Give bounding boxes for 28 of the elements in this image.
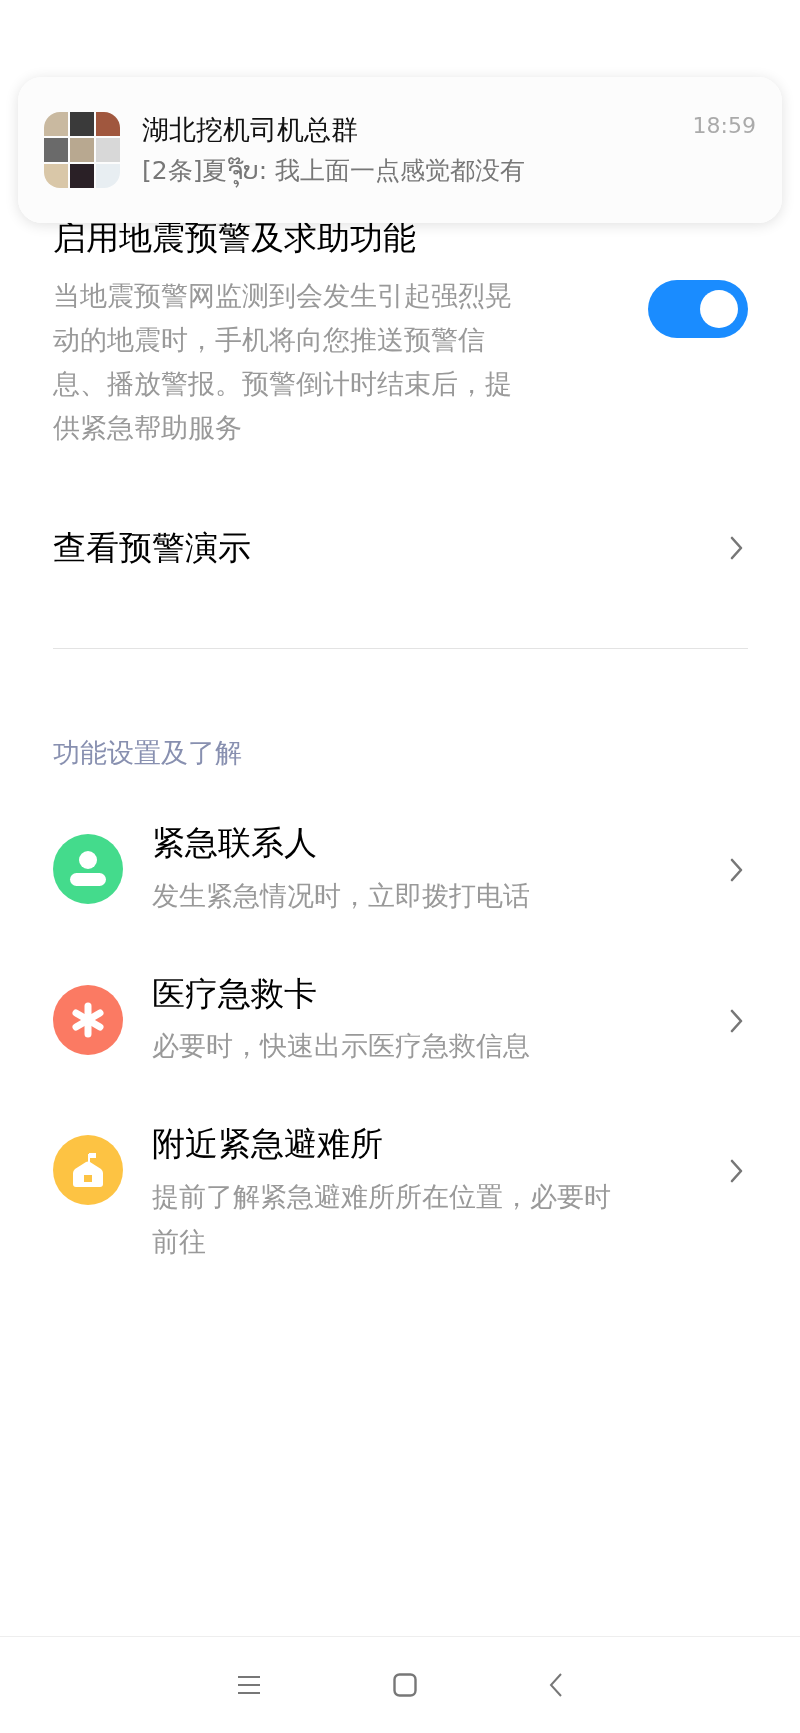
item-subtitle: 发生紧急情况时，立即拨打电话 xyxy=(152,878,531,913)
notification-message: [2条]夏ຈຸ໊ບ: 我上面一点感觉都没有 xyxy=(142,156,526,187)
house-icon xyxy=(53,1135,123,1206)
chevron-right-icon xyxy=(729,1007,744,1034)
toggle-switch[interactable] xyxy=(648,279,748,338)
notification-title: 湖北挖机司机总群 xyxy=(142,113,359,147)
setting-description: 当地震预警网监测到会发生引起强烈晃动的地震时，手机将向您推送预警信息、播放警报。预警倒计时结束后，提供紧急帮助服务 xyxy=(53,278,513,445)
person-icon xyxy=(53,834,123,905)
chevron-right-icon xyxy=(729,857,744,884)
list-item[interactable]: 紧急联系人 发生紧急情况时，立即拨打电话 xyxy=(53,823,748,918)
notification-time: 18:59 xyxy=(692,112,756,140)
item-title: 附近紧急避难所 xyxy=(152,1124,384,1164)
menu-icon[interactable] xyxy=(237,1674,261,1696)
list-item[interactable]: 附近紧急避难所 提前了解紧急避难所所在位置，必要时前往 xyxy=(53,1124,748,1264)
demo-link[interactable]: 查看预警演示 xyxy=(53,497,748,598)
demo-label: 查看预警演示 xyxy=(53,526,251,569)
asterisk-icon xyxy=(53,984,123,1055)
chevron-right-icon xyxy=(729,1158,744,1185)
section-title: 功能设置及了解 xyxy=(53,735,243,770)
notification-card[interactable]: 湖北挖机司机总群 [2条]夏ຈຸ໊ບ: 我上面一点感觉都没有 18:59 xyxy=(18,77,782,223)
list-item[interactable]: 医疗急救卡 必要时，快速出示医疗急救信息 xyxy=(53,973,748,1069)
item-subtitle: 提前了解紧急避难所所在位置，必要时前往 xyxy=(152,1179,612,1259)
chevron-right-icon xyxy=(729,534,744,561)
item-title: 紧急联系人 xyxy=(152,823,318,863)
item-title: 医疗急救卡 xyxy=(152,973,318,1014)
item-subtitle: 必要时，快速出示医疗急救信息 xyxy=(152,1029,531,1064)
home-icon[interactable] xyxy=(393,1673,417,1697)
back-icon[interactable] xyxy=(549,1673,563,1697)
